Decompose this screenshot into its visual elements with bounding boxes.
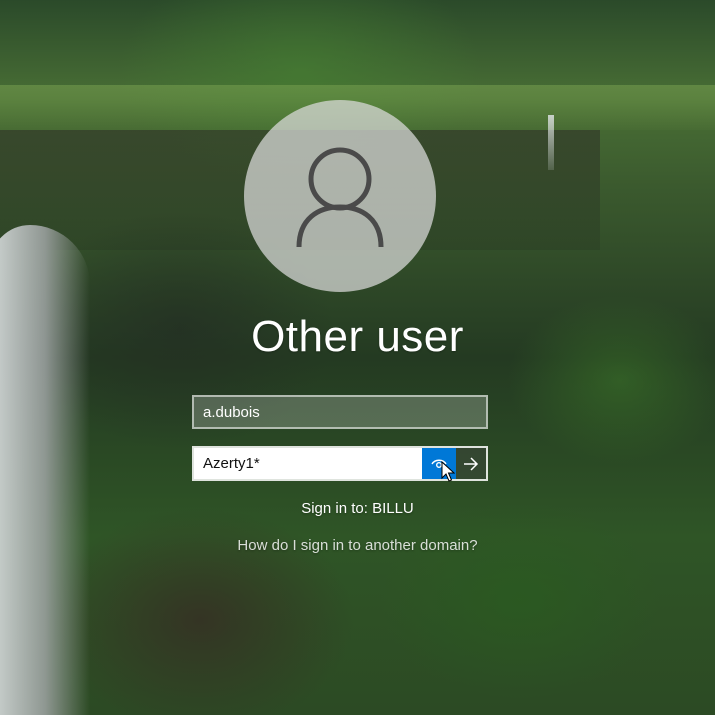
lock-screen: Other user Sign in to: BILLU How do I si… <box>0 0 715 715</box>
user-silhouette-icon <box>296 147 384 248</box>
background-waterfall <box>0 225 90 715</box>
eye-icon <box>431 459 447 468</box>
password-field[interactable] <box>194 448 422 479</box>
reveal-password-button[interactable] <box>422 448 456 479</box>
background-waterfall-small <box>548 115 554 170</box>
user-avatar <box>244 100 436 292</box>
user-title: Other user <box>251 312 464 361</box>
sign-in-domain-text: Sign in to: BILLU <box>301 500 414 517</box>
other-domain-link[interactable]: How do I sign in to another domain? <box>0 537 715 554</box>
username-field[interactable] <box>192 395 488 429</box>
arrow-right-icon <box>464 456 479 471</box>
password-row <box>192 446 488 481</box>
submit-button[interactable] <box>456 448 486 479</box>
